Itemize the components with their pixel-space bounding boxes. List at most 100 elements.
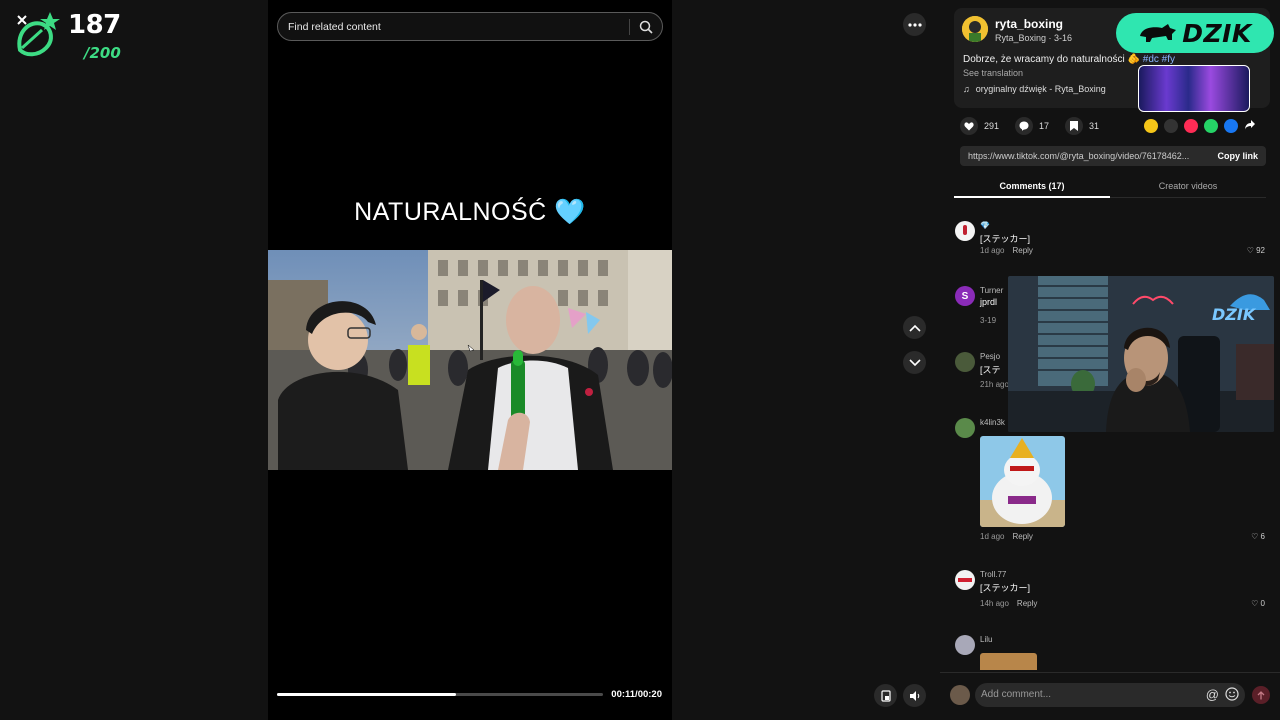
comment-likes[interactable]: ♡ 0	[1251, 599, 1265, 608]
save-count: 31	[1089, 121, 1100, 131]
comment-author[interactable]: Troll.77	[980, 570, 1006, 579]
comment-input[interactable]: Add comment... @	[975, 683, 1245, 707]
reply-button[interactable]: Reply	[1017, 599, 1037, 608]
comment-author[interactable]: Pesjo	[980, 352, 1000, 361]
facebook-icon[interactable]	[1224, 119, 1238, 133]
like-button[interactable]: 291	[960, 117, 999, 135]
creator-username[interactable]: ryta_boxing	[995, 17, 1063, 31]
comment-likes[interactable]: ♡ 92	[1247, 246, 1265, 255]
comment-meta: 1d ago Reply	[980, 532, 1033, 541]
comment-item: Troll.77 [ステッカー] 14h ago Reply ♡ 0	[955, 570, 1265, 610]
dzik-sponsor-banner: DZIK	[1116, 13, 1274, 53]
video-time: 00:11/00:20	[611, 689, 662, 700]
goal-total: /200	[84, 44, 121, 62]
reply-button[interactable]: Reply	[1012, 532, 1032, 541]
previous-video-button[interactable]	[903, 316, 926, 339]
creator-subtitle: Ryta_Boxing · 3-16	[995, 33, 1073, 43]
comment-text: [ステ	[980, 365, 1001, 375]
comment-text: jprdl	[980, 297, 998, 307]
tab-creator-videos[interactable]: Creator videos	[1110, 181, 1266, 191]
send-comment-button[interactable]	[1252, 686, 1270, 704]
copy-link-button[interactable]: Copy link	[1217, 151, 1258, 161]
comment-text: [ステッカー]	[980, 583, 1031, 593]
comment-time: 3-19	[980, 316, 997, 325]
comment-like-count: 6	[1260, 532, 1265, 541]
more-options-button[interactable]	[903, 13, 926, 36]
coin-share-icon[interactable]	[1144, 119, 1158, 133]
chevron-up-icon	[908, 324, 921, 332]
bookmark-icon	[1065, 117, 1084, 135]
music-track[interactable]: ♫ oryginalny dźwięk - Ryta_Boxing	[963, 84, 1106, 94]
leaf-badge-icon	[17, 12, 60, 57]
search-input[interactable]: Find related content	[288, 21, 381, 33]
comment-avatar[interactable]	[955, 221, 975, 241]
comment-time: 21h ago	[980, 380, 1009, 389]
next-video-button[interactable]	[903, 351, 926, 374]
comment-time: 1d ago	[980, 246, 1005, 255]
search-bar[interactable]: Find related content	[277, 12, 663, 41]
comment-author[interactable]: Turner	[980, 286, 1003, 295]
comment-meta: 14h ago Reply	[980, 599, 1037, 608]
comment-avatar[interactable]: S	[955, 286, 975, 306]
comment-item: k4lin3k 1d ago Reply ♡ 6	[955, 418, 1265, 548]
chevron-down-icon	[908, 358, 921, 366]
bull-logo-icon	[1140, 24, 1177, 42]
video-progress-bar[interactable]	[277, 693, 603, 696]
video-player[interactable]: Find related content NATURALNOŚĆ 🩵 00:11…	[268, 0, 672, 720]
comment-time: 14h ago	[980, 599, 1009, 608]
panel-tabs: Comments (17) Creator videos	[954, 178, 1266, 198]
post-description-text: Dobrze, że wracamy do naturalności	[963, 54, 1125, 65]
emoji-icon[interactable]	[1225, 687, 1239, 701]
tab-comments[interactable]: Comments (17)	[954, 181, 1110, 191]
post-hashtags[interactable]: #dc #fy	[1143, 54, 1175, 65]
viewer-goal-counter: 187 /200	[10, 6, 130, 62]
stream-preview-thumbnail	[1138, 65, 1250, 112]
arrow-up-icon	[1257, 690, 1265, 699]
goal-count: 187	[68, 10, 121, 40]
whatsapp-icon[interactable]	[1204, 119, 1218, 133]
comment-text: [ステッカー]	[980, 234, 1031, 244]
floating-player-button[interactable]	[874, 684, 897, 707]
save-button[interactable]: 31	[1065, 117, 1099, 135]
comment-likes[interactable]: ♡ 6	[1251, 532, 1265, 541]
see-translation-link[interactable]: See translation	[963, 68, 1023, 78]
volume-button[interactable]	[903, 684, 926, 707]
search-icon[interactable]	[638, 19, 654, 35]
share-arrow-icon[interactable]	[1244, 119, 1258, 133]
streamer-webcam: DZIK	[1008, 276, 1274, 432]
comment-avatar[interactable]	[955, 635, 975, 655]
blue-heart-emoji: 🩵	[554, 198, 586, 226]
more-dots-icon	[907, 22, 922, 27]
share-icons	[1144, 119, 1264, 133]
webcam-image: DZIK	[1008, 276, 1274, 432]
current-user-avatar[interactable]	[950, 685, 970, 705]
active-tab-indicator	[954, 196, 1110, 198]
video-link-bar: https://www.tiktok.com/@ryta_boxing/vide…	[960, 146, 1266, 166]
comment-author[interactable]: Lilu	[980, 635, 992, 644]
comment-button[interactable]: 17	[1015, 117, 1049, 135]
post-description: Dobrze, że wracamy do naturalności 🫵 #dc…	[963, 54, 1175, 65]
comment-author[interactable]: 💎	[980, 221, 990, 230]
video-caption-text: NATURALNOŚĆ	[354, 198, 547, 226]
comment-avatar[interactable]	[955, 418, 975, 438]
comment-author[interactable]: k4lin3k	[980, 418, 1005, 427]
reply-button[interactable]: Reply	[1012, 246, 1032, 255]
send-to-friends-icon[interactable]	[1184, 119, 1198, 133]
comment-time: 1d ago	[980, 532, 1005, 541]
embed-code-icon[interactable]	[1164, 119, 1178, 133]
comment-icon	[1015, 117, 1034, 135]
music-track-name: oryginalny dźwięk - Ryta_Boxing	[975, 84, 1106, 94]
video-frame	[268, 250, 672, 470]
video-progress-fill	[277, 693, 457, 696]
comment-avatar[interactable]	[955, 352, 975, 372]
comment-count: 17	[1039, 121, 1050, 131]
comment-sticker-image	[980, 436, 1065, 527]
mention-icon[interactable]: @	[1206, 687, 1219, 702]
volume-icon	[909, 690, 919, 701]
dzik-logo-text: DZIK	[1182, 18, 1252, 48]
creator-avatar[interactable]	[962, 16, 988, 42]
creator-avatar-image	[962, 16, 988, 42]
comment-avatar[interactable]	[955, 570, 975, 590]
post-description-emoji: 🫵	[1127, 54, 1140, 65]
comment-like-count: 0	[1260, 599, 1265, 608]
